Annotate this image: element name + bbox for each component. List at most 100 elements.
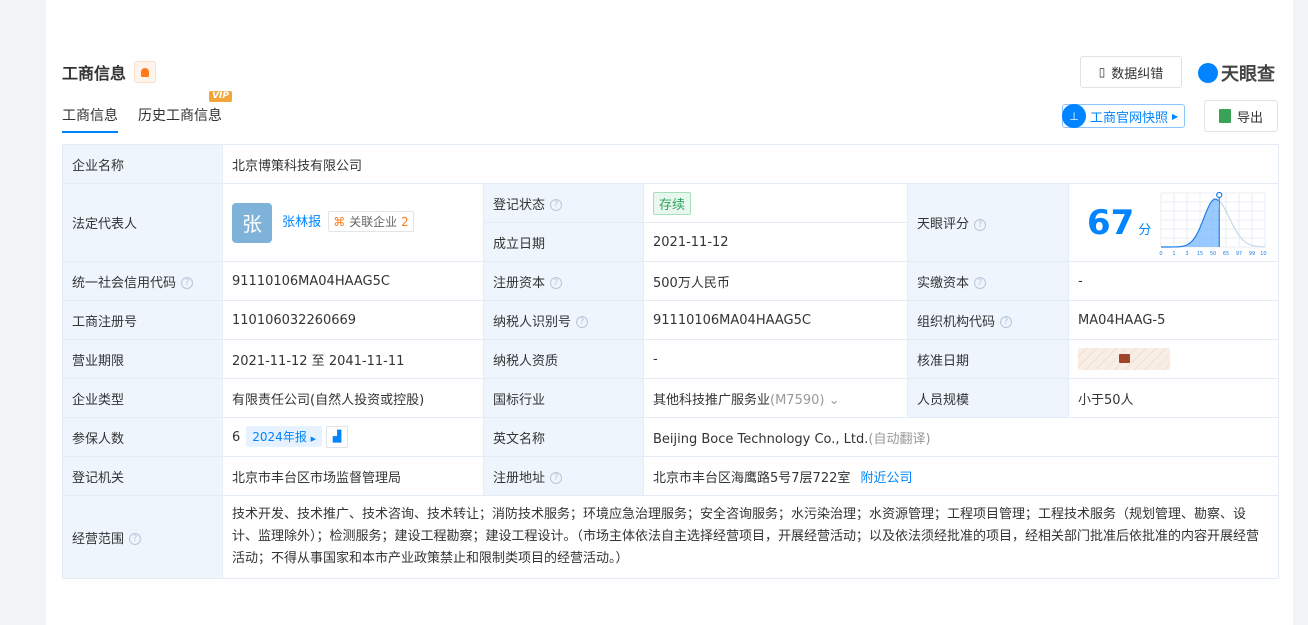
- auto-translate-note: (自动翻译): [868, 431, 931, 447]
- industry-cell[interactable]: 其他科技推广服务业(M7590) ⌄: [643, 378, 908, 418]
- help-icon[interactable]: ?: [181, 277, 194, 289]
- approval-date-cell: [1067, 339, 1280, 379]
- label-org-code: 组织机构代码?: [907, 300, 1069, 340]
- help-icon[interactable]: ?: [129, 533, 142, 545]
- label-address: 注册地址?: [483, 456, 644, 496]
- staff-size: 小于50人: [1067, 378, 1280, 418]
- lock-icon: [1119, 354, 1130, 363]
- label-authority: 登记机关: [62, 456, 223, 496]
- reg-capital: 500万人民币: [643, 261, 908, 301]
- label-paid-capital: 实缴资本?: [907, 261, 1069, 301]
- document-icon: ▯: [1098, 65, 1106, 79]
- label-legal-rep: 法定代表人: [62, 183, 223, 262]
- industry: 其他科技推广服务业: [653, 392, 771, 408]
- label-text: 天眼评分: [917, 217, 970, 232]
- registration-authority: 北京市丰台区市场监督管理局: [222, 456, 484, 496]
- tab-business-info[interactable]: 工商信息: [62, 105, 118, 133]
- english-name: Beijing Boce Technology Co., Ltd.: [653, 431, 869, 447]
- official-snapshot-button[interactable]: ⊥ 工商官网快照 ▶: [1062, 104, 1186, 128]
- label-reg-capital: 注册资本?: [483, 261, 644, 301]
- help-icon[interactable]: ?: [576, 316, 589, 328]
- related-label: 关联企业: [349, 215, 398, 229]
- chevron-down-icon[interactable]: ⌄: [829, 393, 840, 408]
- button-label: 数据纠错: [1111, 66, 1164, 82]
- english-name-cell: Beijing Boce Technology Co., Ltd.(自动翻译): [642, 417, 1280, 457]
- business-scope: 技术开发、技术推广、技术咨询、技术转让；消防技术服务；环境应急治理服务；安全咨询…: [221, 495, 1280, 579]
- tab-bar: 工商信息 历史工商信息 VIP: [62, 91, 232, 133]
- help-icon[interactable]: ?: [974, 277, 987, 289]
- report-label: 2024年报: [252, 429, 307, 444]
- label-text: 登记状态: [493, 197, 546, 213]
- tick-label: 97: [1236, 251, 1242, 257]
- button-label: 导出: [1236, 110, 1263, 126]
- caret-right-icon: ▶: [310, 434, 317, 443]
- status-badge: 存续: [653, 191, 692, 215]
- data-correction-button[interactable]: ▯ 数据纠错: [1080, 56, 1182, 88]
- score-unit: 分: [1138, 222, 1152, 238]
- label-english-name: 英文名称: [483, 417, 644, 457]
- label-company-name: 企业名称: [62, 144, 223, 184]
- tick-label: 50: [1210, 251, 1216, 257]
- caret-right-icon: ▶: [1172, 111, 1179, 121]
- label-scope: 经营范围?: [62, 495, 223, 579]
- score-area: [1161, 199, 1220, 247]
- address: 北京市丰台区海鹰路5号7层722室: [653, 470, 851, 486]
- taxpayer-qual: -: [643, 339, 908, 379]
- help-icon[interactable]: ?: [1000, 316, 1013, 328]
- brand-name: 天眼查: [1221, 64, 1275, 85]
- tab-history-info[interactable]: 历史工商信息 VIP: [138, 91, 232, 133]
- insured-cell: 6 2024年报 ▶ ▟: [222, 417, 484, 457]
- tab-label: 工商信息: [62, 108, 118, 124]
- label-text: 注册地址: [493, 470, 546, 486]
- export-button[interactable]: 导出: [1204, 100, 1278, 132]
- label-text: 统一社会信用代码: [72, 275, 177, 291]
- help-icon[interactable]: ?: [550, 472, 563, 484]
- avatar[interactable]: 张: [232, 202, 272, 243]
- label-text: 纳税人识别号: [493, 314, 572, 330]
- score-distribution-chart: 0 1 3 15 50 65 97 99 100: [1159, 191, 1267, 257]
- company-type: 有限责任公司(自然人投资或控股): [222, 378, 484, 418]
- label-credit-code: 统一社会信用代码?: [62, 261, 223, 301]
- bell-icon[interactable]: [134, 61, 156, 83]
- network-icon: ⌘: [333, 215, 346, 229]
- est-date: 2021-11-12: [643, 222, 908, 262]
- tick-label: 0: [1159, 251, 1162, 257]
- logo-icon: [1198, 63, 1218, 83]
- legal-rep-link[interactable]: 张林报: [282, 215, 321, 230]
- annual-report-link[interactable]: 2024年报 ▶: [246, 425, 323, 447]
- industry-code: (M7590): [770, 392, 825, 408]
- section-title: 工商信息: [62, 64, 127, 83]
- business-info-table: 企业名称 北京博策科技有限公司 法定代表人 张 张林报 ⌘ 关联企业 2 登记状…: [62, 144, 1280, 579]
- vip-locked-value[interactable]: [1078, 348, 1170, 370]
- related-companies-button[interactable]: ⌘ 关联企业 2: [328, 211, 414, 232]
- score-number: 67: [1087, 202, 1135, 243]
- reg-no: 110106032260669: [222, 300, 484, 340]
- label-approval-date: 核准日期: [907, 339, 1069, 379]
- tick-label: 99: [1249, 251, 1255, 257]
- label-staff-size: 人员规模: [907, 378, 1069, 418]
- label-text: 经营范围: [72, 531, 125, 547]
- score-value: 67 分: [1087, 203, 1151, 243]
- reg-status-cell: 存续: [643, 183, 908, 223]
- help-icon[interactable]: ?: [550, 199, 563, 211]
- button-label: 工商官网快照: [1090, 110, 1169, 126]
- tick-label: 15: [1197, 251, 1203, 257]
- paid-capital: -: [1067, 261, 1280, 301]
- label-est-date: 成立日期: [483, 222, 644, 262]
- company-name: 北京博策科技有限公司: [221, 144, 1280, 184]
- business-term: 2021-11-12 至 2041-11-11: [222, 339, 484, 379]
- label-taxpayer-id: 纳税人识别号?: [483, 300, 644, 340]
- tick-label: 65: [1223, 251, 1229, 257]
- tianyancha-logo[interactable]: 天眼查: [1198, 60, 1275, 86]
- help-icon[interactable]: ?: [550, 277, 563, 289]
- nearby-companies-link[interactable]: 附近公司: [861, 471, 913, 486]
- tab-label: 历史工商信息: [138, 108, 222, 124]
- tick-label: 3: [1185, 251, 1188, 257]
- help-icon[interactable]: ?: [974, 218, 987, 231]
- legal-rep-cell: 张 张林报 ⌘ 关联企业 2: [222, 183, 484, 262]
- label-reg-status: 登记状态?: [483, 183, 644, 223]
- score-marker: [1216, 191, 1223, 199]
- label-text: 实缴资本: [917, 275, 970, 291]
- trend-chart-icon[interactable]: ▟: [326, 426, 349, 449]
- label-text: 注册资本: [493, 275, 546, 291]
